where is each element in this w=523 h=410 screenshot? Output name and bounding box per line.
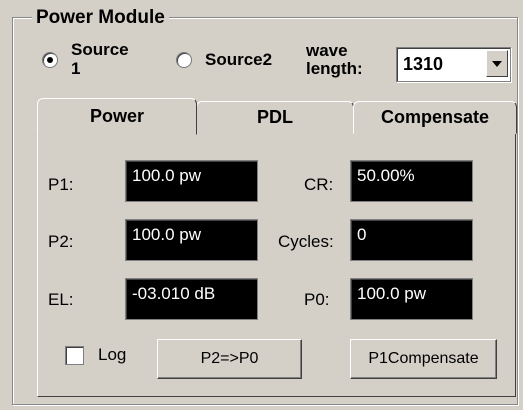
- wavelength-label-line2: length:: [306, 59, 363, 78]
- el-label: EL:: [48, 290, 74, 309]
- p0-display: 100.0 pw: [350, 278, 473, 320]
- p0-label: P0:: [304, 290, 330, 309]
- tab-pdl[interactable]: PDL: [196, 101, 354, 134]
- chevron-down-icon: [492, 61, 502, 67]
- wavelength-select[interactable]: 1310: [396, 47, 511, 82]
- source1-label-line1: Source: [71, 40, 129, 59]
- log-checkbox[interactable]: [65, 346, 84, 365]
- source1-radio[interactable]: [42, 52, 58, 68]
- tab-compensate[interactable]: Compensate: [353, 101, 517, 134]
- p1-display: 100.0 pw: [125, 160, 258, 202]
- source1-label-line2: 1: [71, 59, 81, 78]
- active-tab-joiner: [38, 133, 195, 136]
- group-title: Power Module: [32, 7, 169, 29]
- dropdown-button[interactable]: [486, 50, 508, 77]
- p2-to-p0-button[interactable]: P2=>P0: [157, 339, 302, 379]
- cycles-label: Cycles:: [278, 232, 334, 251]
- p2-display: 100.0 pw: [125, 219, 258, 261]
- source2-radio[interactable]: [176, 52, 192, 68]
- p2-label: P2:: [48, 232, 74, 251]
- tab-power[interactable]: Power: [37, 98, 197, 135]
- wavelength-label-line1: wave: [306, 41, 348, 60]
- source2-label: Source2: [205, 50, 273, 69]
- p1-compensate-button[interactable]: P1Compensate: [350, 339, 497, 379]
- radio-selected-dot: [47, 57, 53, 63]
- el-display: -03.010 dB: [125, 278, 258, 320]
- wavelength-value: 1310: [403, 54, 444, 74]
- log-label: Log: [98, 345, 127, 364]
- cycles-display: 0: [350, 219, 473, 261]
- p1-label: P1:: [48, 175, 74, 194]
- cr-label: CR:: [304, 175, 334, 194]
- cr-display: 50.00%: [350, 160, 473, 202]
